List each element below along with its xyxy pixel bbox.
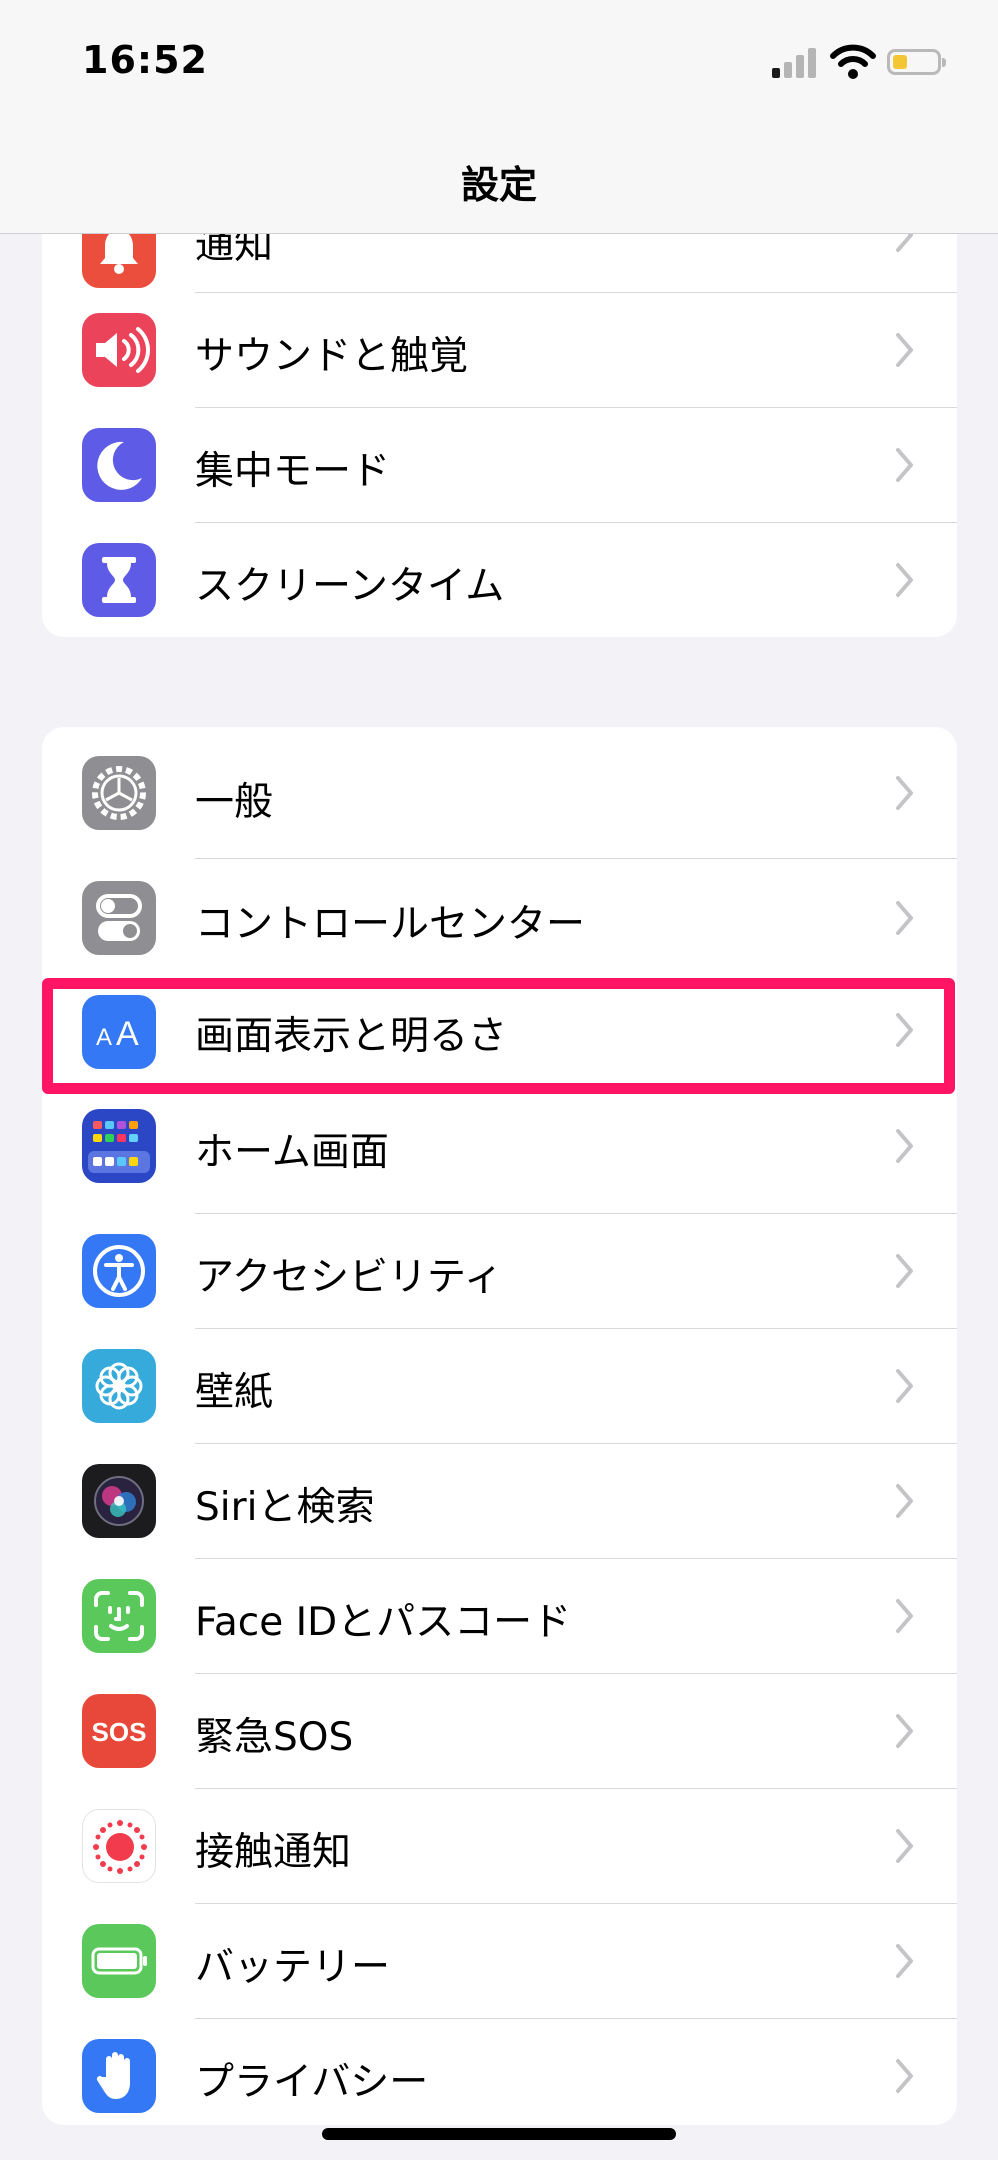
hourglass-icon (82, 543, 156, 617)
chevron-right-icon (896, 1829, 913, 1863)
highlight-box (42, 978, 955, 1094)
settings-row-screen-time[interactable]: スクリーンタイム (42, 523, 957, 637)
settings-row-accessibility[interactable]: アクセシビリティ (42, 1214, 957, 1329)
settings-row-label: アクセシビリティ (195, 1255, 503, 1300)
sos-icon-text: SOS (92, 1717, 147, 1747)
settings-row-emergency-sos[interactable]: SOS 緊急SOS (42, 1674, 957, 1789)
battery-status-icon (887, 49, 946, 75)
chevron-right-icon (896, 901, 913, 935)
settings-row-label: Siriと検索 (195, 1485, 375, 1530)
settings-row-label: スクリーンタイム (195, 564, 505, 609)
settings-row-wallpaper[interactable]: 壁紙 (42, 1329, 957, 1444)
chevron-right-icon (896, 1944, 913, 1978)
settings-row-label: 壁紙 (195, 1370, 274, 1415)
flower-icon (82, 1349, 156, 1423)
siri-icon (82, 1464, 156, 1538)
chevron-right-icon (896, 1599, 913, 1633)
settings-row-battery[interactable]: バッテリー (42, 1904, 957, 2019)
settings-row-label: プライバシー (195, 2060, 429, 2105)
chevron-right-icon (896, 776, 913, 810)
page-title: 設定 (460, 163, 537, 207)
settings-row-label: 接触通知 (195, 1830, 352, 1875)
chevron-right-icon (896, 1129, 913, 1163)
accessibility-icon (82, 1234, 156, 1308)
settings-row-label: ホーム画面 (195, 1130, 389, 1175)
chevron-right-icon (896, 1254, 913, 1288)
wifi-icon (830, 44, 876, 79)
chevron-right-icon (896, 333, 913, 367)
settings-row-siri-search[interactable]: Siriと検索 (42, 1444, 957, 1559)
settings-row-focus[interactable]: 集中モード (42, 408, 957, 523)
settings-row-label: 緊急SOS (195, 1715, 354, 1760)
toggles-icon (82, 881, 156, 955)
battery-icon (82, 1924, 156, 1998)
settings-row-face-id-passcode[interactable]: Face IDとパスコード (42, 1559, 957, 1674)
settings-row-label: 一般 (195, 780, 274, 825)
face-id-icon (82, 1579, 156, 1653)
navigation-bar: 設定 (0, 130, 998, 234)
settings-row-exposure-notifications[interactable]: 接触通知 (42, 1789, 957, 1904)
settings-row-home-screen[interactable]: ホーム画面 (42, 1099, 957, 1214)
settings-row-label: コントロールセンター (195, 902, 586, 947)
settings-row-label: 集中モード (195, 449, 391, 494)
hand-icon (82, 2039, 156, 2113)
home-grid-icon (82, 1109, 156, 1183)
speaker-icon (82, 313, 156, 387)
chevron-right-icon (896, 2059, 913, 2093)
exposure-icon (82, 1809, 156, 1883)
moon-icon (82, 428, 156, 502)
home-indicator[interactable] (322, 2128, 676, 2140)
chevron-right-icon (896, 448, 913, 482)
settings-row-control-center[interactable]: コントロールセンター (42, 859, 957, 975)
status-bar: 16:52 (0, 0, 998, 130)
gear-icon (82, 756, 156, 830)
settings-row-privacy[interactable]: プライバシー (42, 2019, 957, 2125)
status-time: 16:52 (82, 38, 208, 82)
cellular-signal-icon (772, 46, 818, 78)
settings-group-2: 一般 コントロールセンター AA 画面表示と明るさ ホーム画面 アクセシビリティ… (42, 727, 957, 2125)
chevron-right-icon (896, 1369, 913, 1403)
settings-row-label: サウンドと触覚 (195, 334, 469, 379)
sos-icon: SOS (82, 1694, 156, 1768)
settings-row-general[interactable]: 一般 (42, 727, 957, 859)
chevron-right-icon (896, 1714, 913, 1748)
settings-row-label: Face IDとパスコード (195, 1600, 572, 1645)
settings-row-sounds[interactable]: サウンドと触覚 (42, 293, 957, 408)
chevron-right-icon (896, 1484, 913, 1518)
chevron-right-icon (896, 563, 913, 597)
settings-row-label: バッテリー (195, 1945, 391, 1990)
